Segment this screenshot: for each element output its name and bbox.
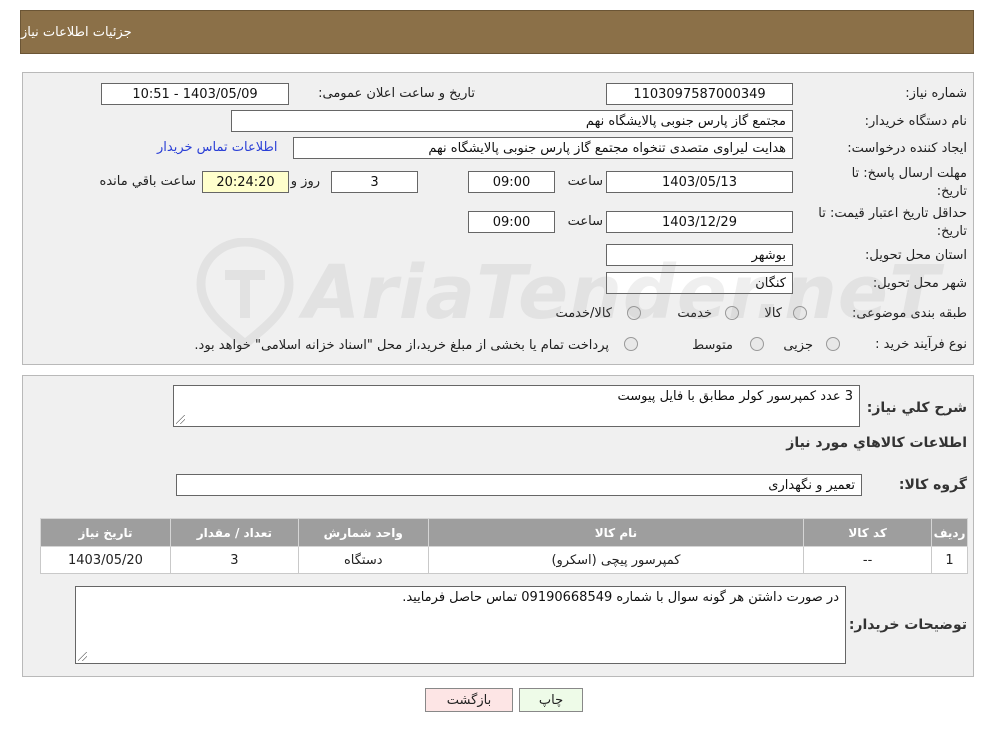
process-type-label: نوع فرآیند خرید : <box>875 337 967 352</box>
buyer-notes-textarea[interactable]: در صورت داشتن هر گونه سوال با شماره 0919… <box>75 586 846 664</box>
deadline-label-line1: مهلت ارسال پاسخ: تا <box>851 166 967 181</box>
buyer-contact-link[interactable]: اطلاعات تماس خریدار <box>157 140 277 155</box>
cell-need-date: 1403/05/20 <box>40 546 171 574</box>
resize-grip-icon[interactable] <box>78 652 87 661</box>
buyer-notes-label: توضیحات خریدار: <box>848 617 967 633</box>
validity-time-label: ساعت <box>567 214 603 229</box>
process-medium-label: متوسط <box>692 338 733 353</box>
table-row: 1 -- کمپرسور پیچی (اسکرو) دستگاه 3 1403/… <box>40 546 968 574</box>
validity-label-line1: حداقل تاریخ اعتبار قیمت: تا <box>818 206 967 221</box>
col-need-date: تاريخ نياز <box>40 518 171 547</box>
page-header: جزئیات اطلاعات نیاز <box>20 10 974 54</box>
cell-item-name: کمپرسور پیچی (اسکرو) <box>427 546 805 574</box>
back-button[interactable]: بازگشت <box>425 688 513 712</box>
validity-time-field: 09:00 <box>468 211 555 233</box>
category-goods-label: کالا <box>764 306 782 321</box>
need-number-field: 1103097587000349 <box>606 83 793 105</box>
col-item-code: کد کالا <box>803 518 933 547</box>
summary-textarea[interactable]: 3 عدد کمپرسور کولر مطابق با فایل پیوست <box>173 385 860 427</box>
deadline-time-field: 09:00 <box>468 171 555 193</box>
province-field: بوشهر <box>606 244 793 266</box>
summary-text: 3 عدد کمپرسور کولر مطابق با فایل پیوست <box>617 389 853 404</box>
validity-label: حداقل تاریخ اعتبار قیمت: تا تاریخ: <box>818 205 967 241</box>
col-row-number: رديف <box>931 518 968 547</box>
items-table-header: رديف کد کالا نام کالا واحد شمارش تعداد /… <box>40 518 968 547</box>
category-label: طبقه بندی موضوعی: <box>851 306 967 321</box>
deadline-label-line2: تاریخ: <box>936 184 967 199</box>
buyer-notes-text: در صورت داشتن هر گونه سوال با شماره 0919… <box>402 590 839 605</box>
announce-datetime-field: 1403/05/09 - 10:51 <box>101 83 289 105</box>
print-button[interactable]: چاپ <box>519 688 583 712</box>
deadline-date-field: 1403/05/13 <box>606 171 793 193</box>
days-field: 3 <box>331 171 418 193</box>
cell-row-number: 1 <box>931 546 968 574</box>
col-item-name: نام کالا <box>427 518 805 547</box>
validity-date-field: 1403/12/29 <box>606 211 793 233</box>
items-section-title: اطلاعات کالاهاي مورد نياز <box>786 435 967 451</box>
cell-quantity: 3 <box>169 546 299 574</box>
category-goods-service-label: کالا/خدمت <box>555 306 612 321</box>
category-service-label: خدمت <box>677 306 712 321</box>
city-field: کنگان <box>606 272 793 294</box>
process-treasury-note: پرداخت تمام یا بخشی از مبلغ خرید،از محل … <box>194 338 609 353</box>
cell-unit: دستگاه <box>297 546 429 574</box>
resize-grip-icon[interactable] <box>176 415 185 424</box>
items-table: رديف کد کالا نام کالا واحد شمارش تعداد /… <box>40 518 968 574</box>
col-unit: واحد شمارش <box>297 518 429 547</box>
col-quantity: تعداد / مقدار <box>169 518 299 547</box>
goods-group-field: تعمیر و نگهداری <box>176 474 862 496</box>
need-number-label: شماره نیاز: <box>905 86 967 101</box>
summary-label: شرح کلي نياز: <box>866 400 967 416</box>
page-title: جزئیات اطلاعات نیاز <box>21 24 132 40</box>
goods-group-label: گروه کالا: <box>898 477 967 493</box>
cell-item-code: -- <box>803 546 933 574</box>
process-partial-radio[interactable] <box>826 337 840 351</box>
remaining-time-field: 20:24:20 <box>202 171 289 193</box>
days-label: روز و <box>290 174 320 189</box>
city-label: شهر محل تحویل: <box>872 276 967 291</box>
category-goods-service-radio[interactable] <box>627 306 641 320</box>
creator-field: هدایت لیراوی متصدی تنخواه مجتمع گاز پارس… <box>293 137 793 159</box>
deadline-time-label: ساعت <box>567 174 603 189</box>
announce-datetime-label: تاریخ و ساعت اعلان عمومی: <box>318 86 475 101</box>
province-label: استان محل تحویل: <box>865 248 967 263</box>
category-service-radio[interactable] <box>725 306 739 320</box>
buyer-org-label: نام دستگاه خریدار: <box>864 114 967 129</box>
deadline-label: مهلت ارسال پاسخ: تا تاریخ: <box>852 165 967 201</box>
buyer-org-field: مجتمع گاز پارس جنوبی پالایشگاه نهم <box>231 110 793 132</box>
remaining-time-label: ساعت باقي مانده <box>99 174 196 189</box>
validity-label-line2: تاریخ: <box>936 224 967 239</box>
process-partial-label: جزیی <box>783 338 813 353</box>
category-goods-radio[interactable] <box>793 306 807 320</box>
process-medium-radio[interactable] <box>750 337 764 351</box>
process-treasury-radio[interactable] <box>624 337 638 351</box>
creator-label: ایجاد کننده درخواست: <box>847 141 967 156</box>
